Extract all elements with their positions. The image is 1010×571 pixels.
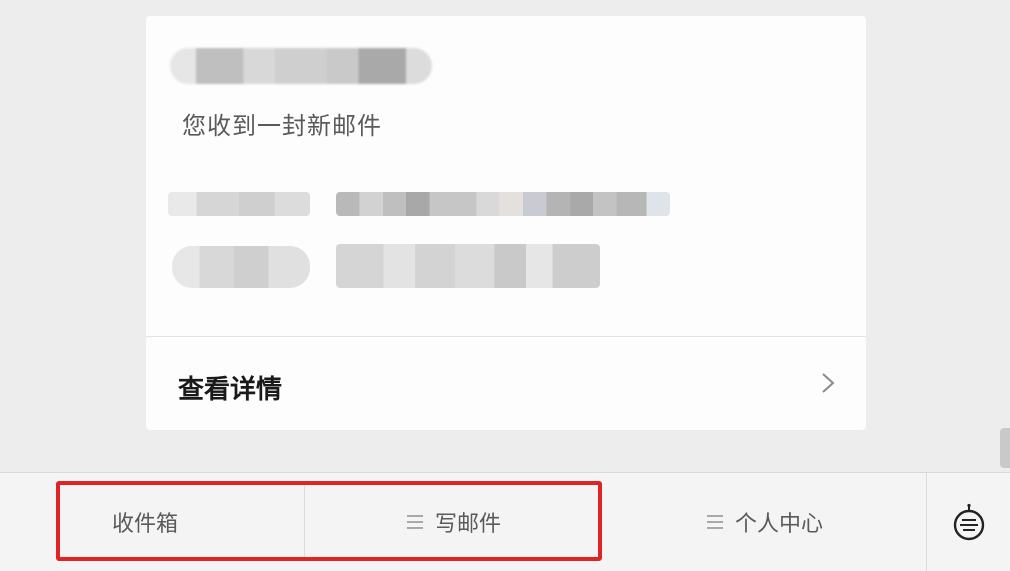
blurred-field-label [172, 246, 310, 288]
inbox-menu-button[interactable]: 收件箱 [0, 473, 304, 571]
robot-assistant-icon [953, 503, 985, 541]
profile-label: 个人中心 [734, 512, 823, 537]
blurred-sender-name [170, 48, 432, 84]
bottom-menu-bar: 收件箱 写邮件 个人中心 [0, 472, 1010, 571]
profile-menu-button[interactable]: 个人中心 [604, 473, 926, 571]
view-details-label: 查看详情 [178, 375, 283, 405]
compose-label: 写邮件 [434, 512, 501, 537]
compose-menu-button[interactable]: 写邮件 [304, 473, 604, 571]
message-card: 您收到一封新邮件 查看详情 [146, 16, 866, 430]
chevron-right-icon [822, 373, 835, 393]
blurred-field-value [336, 192, 670, 216]
blurred-field-label [168, 192, 310, 216]
blurred-field-value [336, 244, 600, 288]
inbox-label: 收件箱 [112, 512, 179, 537]
assistant-button[interactable] [926, 473, 1010, 571]
scrollbar-handle[interactable] [1000, 428, 1010, 468]
new-mail-notice: 您收到一封新邮件 [182, 112, 382, 140]
menu-lines-icon [406, 515, 423, 529]
menu-lines-icon [706, 515, 723, 529]
view-details-row[interactable]: 查看详情 [146, 337, 866, 430]
